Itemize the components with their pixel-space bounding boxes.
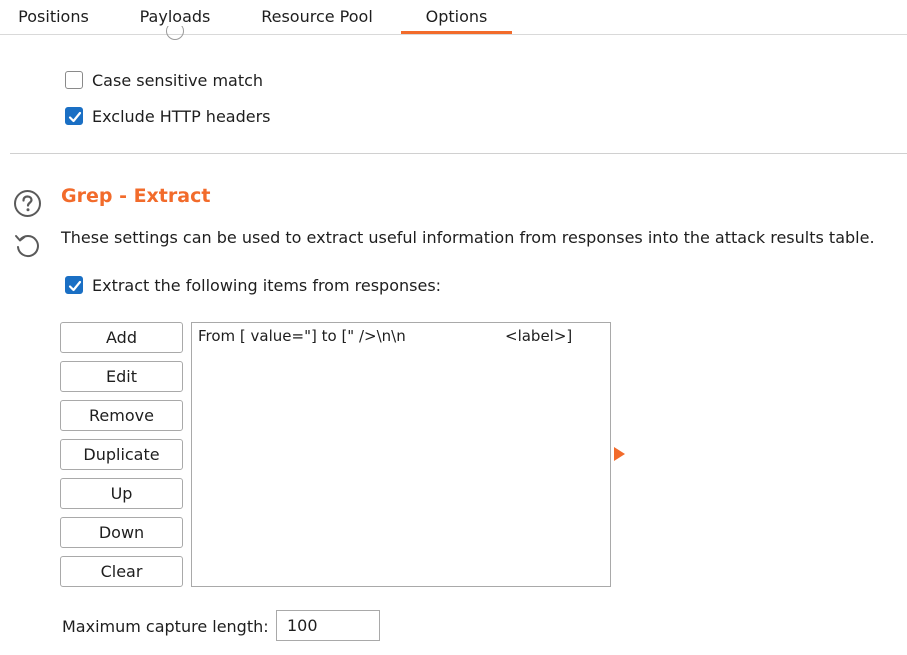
checkmark-icon [68,280,82,292]
tab-options[interactable]: Options [401,0,512,34]
tab-positions[interactable]: Positions [0,0,107,34]
case-sensitive-checkbox[interactable] [65,71,83,89]
extract-items-list[interactable]: From [ value="] to [" />\n\n <label>] [191,322,611,587]
section-divider [10,153,907,154]
list-item[interactable]: From [ value="] to [" />\n\n <label>] [198,327,572,345]
tab-bar: Positions Payloads Resource Pool Options [0,0,907,35]
tab-resource-pool[interactable]: Resource Pool [245,0,389,34]
section-description: These settings can be used to extract us… [61,228,875,247]
max-capture-input[interactable] [276,610,380,641]
duplicate-button[interactable]: Duplicate [60,439,183,470]
exclude-headers-option[interactable]: Exclude HTTP headers [65,104,271,128]
exclude-headers-checkbox[interactable] [65,107,83,125]
expand-arrow-icon[interactable] [614,447,625,461]
up-button[interactable]: Up [60,478,183,509]
help-circle-icon[interactable] [13,189,42,218]
edit-button[interactable]: Edit [60,361,183,392]
restore-defaults-icon[interactable] [13,231,42,260]
extract-items-option[interactable]: Extract the following items from respons… [65,273,441,297]
max-capture-label: Maximum capture length: [62,617,269,636]
down-button[interactable]: Down [60,517,183,548]
list-item-label: <label>] [505,327,573,345]
remove-button[interactable]: Remove [60,400,183,431]
case-sensitive-option[interactable]: Case sensitive match [65,68,263,92]
extract-items-checkbox[interactable] [65,276,83,294]
list-item-expression: From [ value="] to [" />\n\n [198,327,406,345]
exclude-headers-label: Exclude HTTP headers [92,106,271,126]
extract-items-label: Extract the following items from respons… [92,275,442,295]
checkmark-icon [68,111,82,123]
case-sensitive-label: Case sensitive match [92,70,264,90]
section-title: Grep - Extract [61,185,211,207]
radio-button-partial[interactable] [166,26,184,40]
clear-button[interactable]: Clear [60,556,183,587]
add-button[interactable]: Add [60,322,183,353]
